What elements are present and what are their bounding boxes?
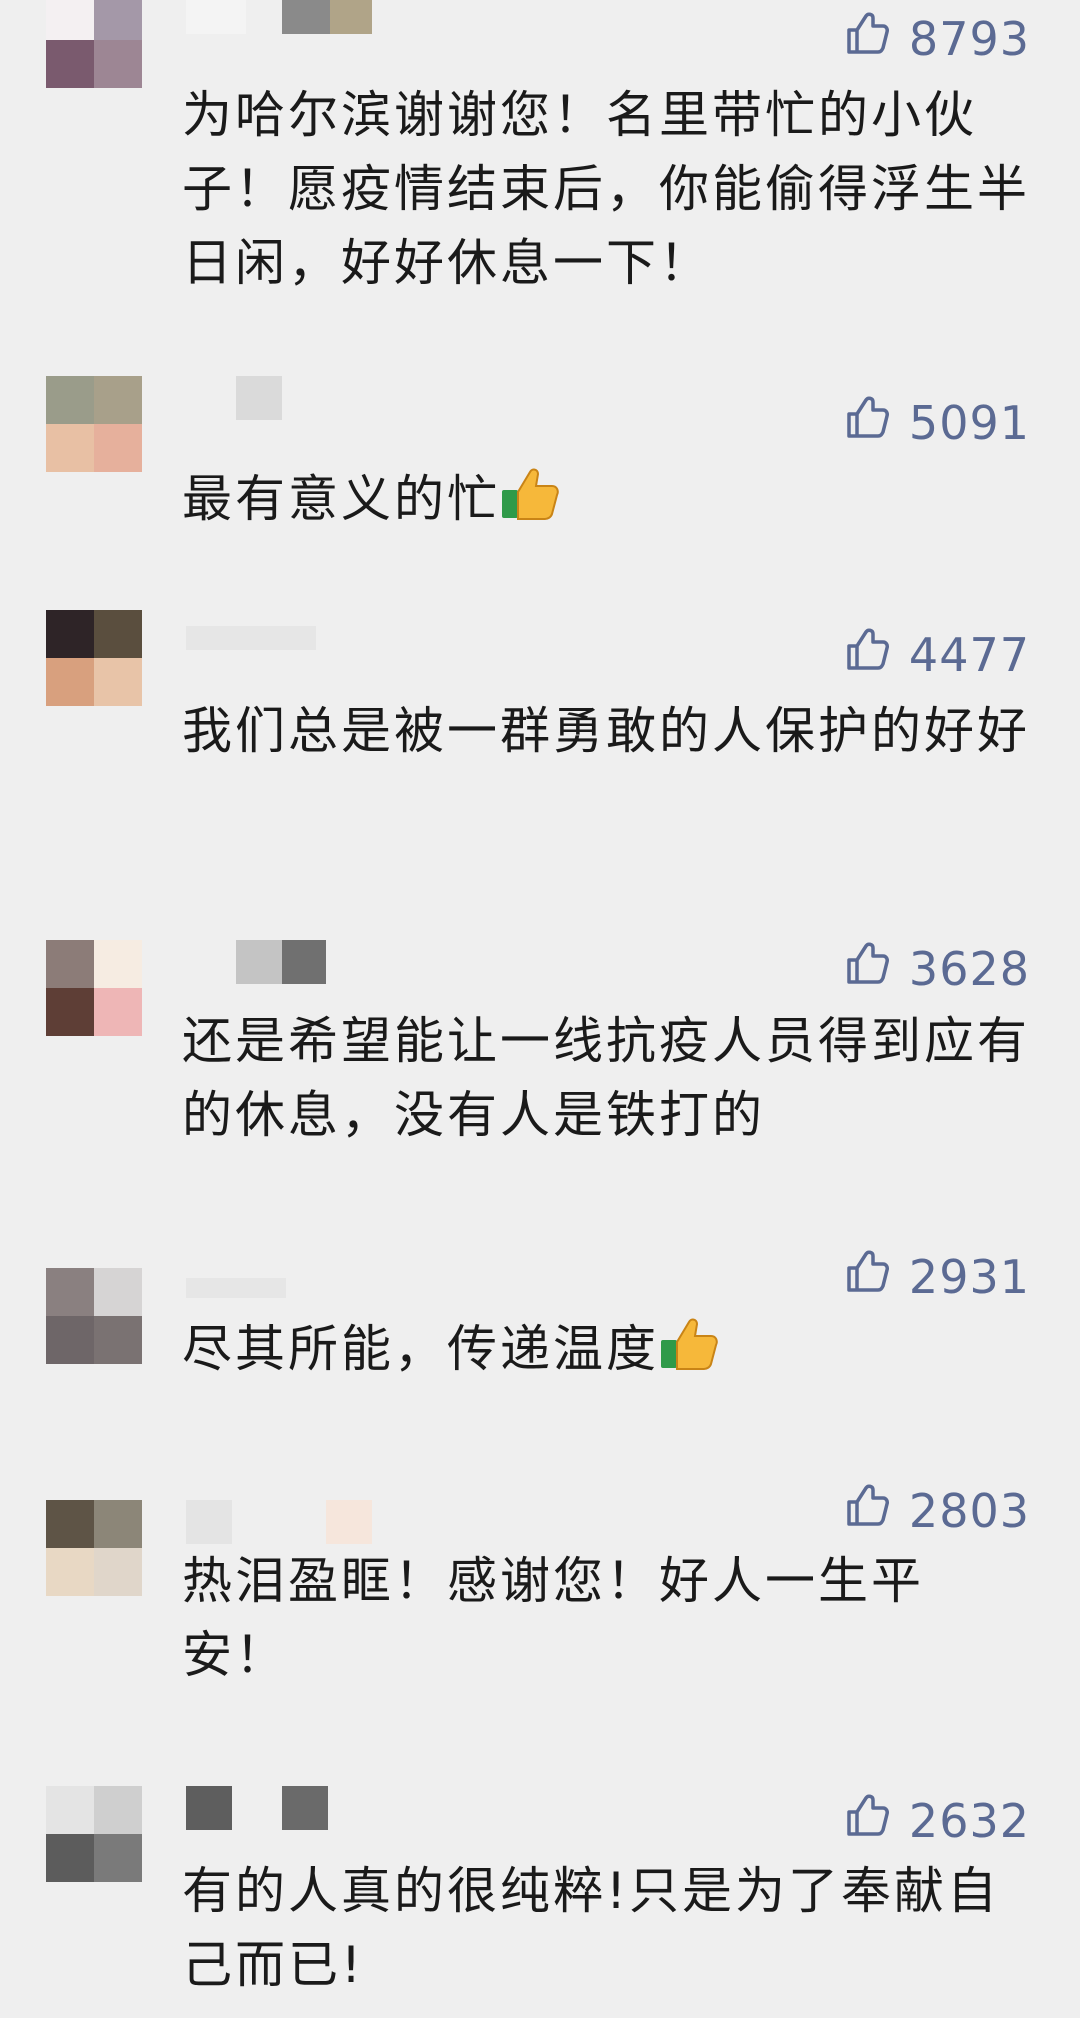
like-count: 2632 [908, 1793, 1030, 1848]
username-blurred[interactable] [186, 940, 366, 984]
thumbs-up-icon [843, 8, 909, 69]
avatar[interactable] [46, 610, 142, 706]
like-button[interactable]: 3628 [843, 938, 1030, 999]
avatar[interactable] [46, 1500, 142, 1596]
username-blurred[interactable] [186, 1268, 366, 1312]
avatar[interactable] [46, 1786, 142, 1882]
like-button[interactable]: 2632 [843, 1790, 1030, 1851]
like-count: 4477 [908, 627, 1030, 682]
comment-text: 还是希望能让一线抗疫人员得到应有的休息，没有人是铁打的 [182, 1012, 1030, 1144]
username-blurred[interactable] [186, 612, 366, 656]
avatar[interactable] [46, 376, 142, 472]
thumbs-up-emoji-icon [500, 466, 560, 522]
username-blurred[interactable] [186, 1500, 372, 1544]
username-blurred[interactable] [186, 1786, 366, 1830]
like-button[interactable]: 5091 [843, 392, 1030, 453]
like-button[interactable]: 2803 [843, 1480, 1030, 1541]
avatar[interactable] [46, 940, 142, 1036]
thumbs-up-icon [843, 624, 909, 685]
like-count: 8793 [908, 11, 1030, 66]
thumbs-up-icon [843, 938, 909, 999]
avatar[interactable] [46, 0, 142, 88]
comment-text: 为哈尔滨谢谢您！名里带忙的小伙子！愿疫情结束后，你能偷得浮生半日闲，好好休息一下… [182, 86, 1030, 292]
thumbs-up-icon [843, 1246, 909, 1307]
like-button[interactable]: 8793 [843, 8, 1030, 69]
thumbs-up-icon [843, 1480, 909, 1541]
comment-text: 最有意义的忙 [182, 462, 1032, 536]
like-count: 3628 [908, 941, 1030, 996]
like-button[interactable]: 4477 [843, 624, 1030, 685]
like-count: 2803 [908, 1483, 1030, 1538]
thumbs-up-emoji-icon [659, 1316, 719, 1372]
comment-text: 热泪盈眶！感谢您！好人一生平安！ [182, 1552, 924, 1684]
thumbs-up-icon [843, 1790, 909, 1851]
like-count: 2931 [908, 1249, 1030, 1304]
like-count: 5091 [908, 395, 1030, 450]
like-button[interactable]: 2931 [843, 1246, 1030, 1307]
comment-text: 有的人真的很纯粹!只是为了奉献自己而已! [182, 1862, 1001, 1994]
avatar[interactable] [46, 1268, 142, 1364]
username-blurred[interactable] [186, 0, 372, 44]
thumbs-up-icon [843, 392, 909, 453]
comment-text: 我们总是被一群勇敢的人保护的好好 [182, 702, 1030, 760]
username-blurred[interactable] [186, 376, 366, 420]
comment-text: 尽其所能，传递温度 [182, 1312, 1032, 1386]
